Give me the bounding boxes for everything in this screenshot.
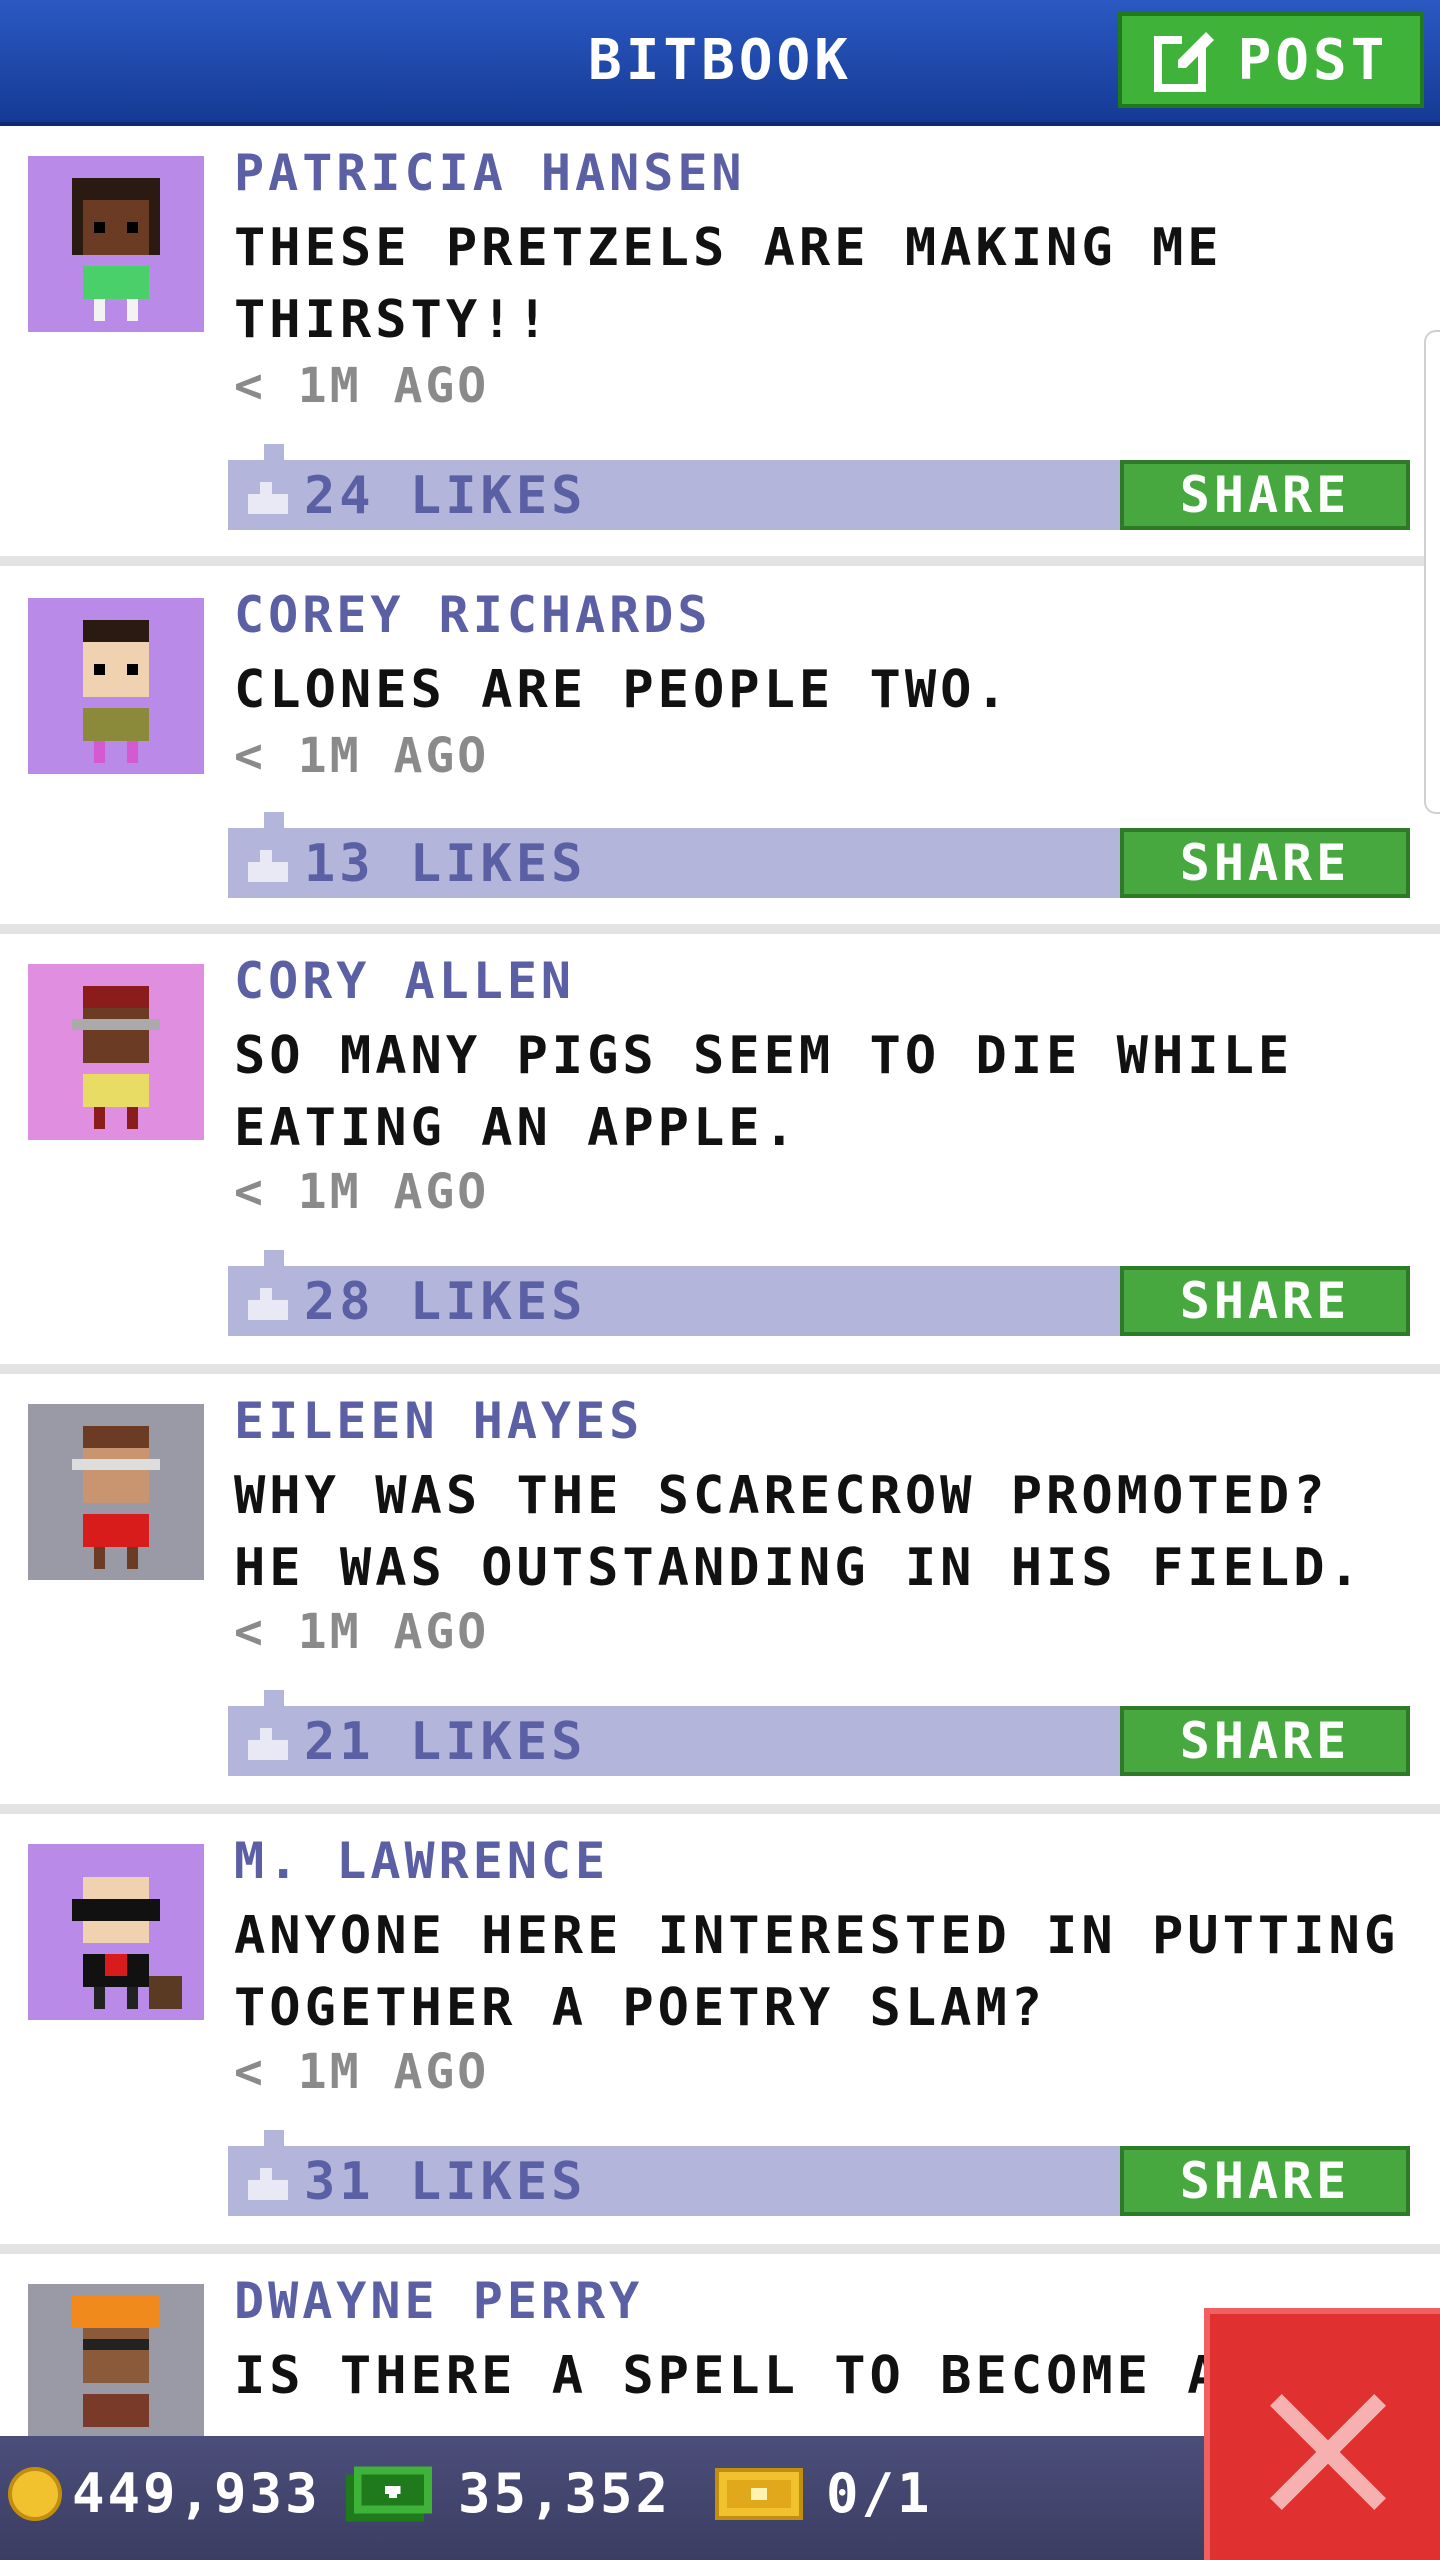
edit-icon bbox=[1153, 32, 1214, 92]
likes-tab bbox=[264, 812, 284, 828]
post-author[interactable]: M. LAWRENCE bbox=[234, 1832, 609, 1890]
likes-bar: 31 LIKES SHARE bbox=[228, 2130, 1410, 2216]
share-button[interactable]: SHARE bbox=[1120, 1706, 1410, 1776]
post-text: CLONES ARE PEOPLE TWO. bbox=[234, 660, 1011, 720]
avatar bbox=[28, 2284, 204, 2460]
bux-icon bbox=[346, 2466, 432, 2521]
thumb-icon bbox=[248, 2168, 288, 2200]
feed[interactable]: PATRICIA HANSEN THESE PRETZELS ARE MAKIN… bbox=[0, 126, 1440, 2554]
feed-post: EILEEN HAYES WHY WAS THE SCARECROW PROMO… bbox=[0, 1374, 1440, 1814]
bux-counter: 35,352 bbox=[346, 2462, 671, 2525]
share-button[interactable]: SHARE bbox=[1120, 828, 1410, 898]
avatar bbox=[28, 598, 204, 774]
likes-count: 31 LIKES bbox=[304, 2152, 587, 2212]
post-time: < 1M AGO bbox=[234, 1604, 490, 1660]
coin-count: 449,933 bbox=[72, 2462, 321, 2525]
likes-bar: 24 LIKES SHARE bbox=[228, 444, 1410, 530]
feed-post: COREY RICHARDS CLONES ARE PEOPLE TWO. < … bbox=[0, 566, 1440, 934]
likes-bar: 28 LIKES SHARE bbox=[228, 1250, 1410, 1336]
post-text: WHY WAS THE SCARECROW PROMOTED? HE WAS O… bbox=[234, 1466, 1364, 1598]
likes-bar: 13 LIKES SHARE bbox=[228, 812, 1410, 898]
post-text: SO MANY PIGS SEEM TO DIE WHILE EATING AN… bbox=[234, 1026, 1294, 1158]
post-author[interactable]: PATRICIA HANSEN bbox=[234, 144, 746, 202]
post-time: < 1M AGO bbox=[234, 358, 490, 414]
post-author[interactable]: DWAYNE PERRY bbox=[234, 2272, 643, 2330]
likes-count: 13 LIKES bbox=[304, 834, 587, 894]
likes-count: 24 LIKES bbox=[304, 466, 587, 526]
thumb-icon bbox=[248, 850, 288, 882]
bux-count: 35,352 bbox=[458, 2462, 672, 2525]
thumb-icon bbox=[248, 1288, 288, 1320]
post-text: ANYONE HERE INTERESTED IN PUTTING TOGETH… bbox=[234, 1906, 1400, 2038]
avatar bbox=[28, 1404, 204, 1580]
coin-counter: 449,933 bbox=[8, 2462, 321, 2525]
avatar bbox=[28, 964, 204, 1140]
post-button[interactable]: POST bbox=[1118, 12, 1424, 108]
close-button[interactable] bbox=[1204, 2308, 1440, 2560]
share-button[interactable]: SHARE bbox=[1120, 460, 1410, 530]
app-header: BITBOOK POST bbox=[0, 0, 1440, 126]
ticket-count: 0/1 bbox=[826, 2462, 933, 2525]
post-button-label: POST bbox=[1237, 27, 1389, 93]
likes-tab bbox=[264, 1250, 284, 1266]
feed-post: CORY ALLEN SO MANY PIGS SEEM TO DIE WHIL… bbox=[0, 934, 1440, 1374]
feed-post: M. LAWRENCE ANYONE HERE INTERESTED IN PU… bbox=[0, 1814, 1440, 2254]
likes-tab bbox=[264, 1690, 284, 1706]
post-text: THESE PRETZELS ARE MAKING ME THIRSTY!! bbox=[234, 218, 1223, 350]
post-time: < 1M AGO bbox=[234, 1164, 490, 1220]
likes-count: 28 LIKES bbox=[304, 1272, 587, 1332]
likes-tab bbox=[264, 444, 284, 460]
post-author[interactable]: EILEEN HAYES bbox=[234, 1392, 643, 1450]
likes-tab bbox=[264, 2130, 284, 2146]
feed-post: PATRICIA HANSEN THESE PRETZELS ARE MAKIN… bbox=[0, 126, 1440, 566]
thumb-icon bbox=[248, 482, 288, 514]
ticket-icon bbox=[715, 2467, 803, 2520]
post-time: < 1M AGO bbox=[234, 728, 490, 784]
likes-bar: 21 LIKES SHARE bbox=[228, 1690, 1410, 1776]
post-author[interactable]: CORY ALLEN bbox=[234, 952, 575, 1010]
post-time: < 1M AGO bbox=[234, 2044, 490, 2100]
coin-icon bbox=[8, 2466, 62, 2521]
avatar bbox=[28, 156, 204, 332]
close-icon bbox=[1270, 2394, 1386, 2510]
share-button[interactable]: SHARE bbox=[1120, 2146, 1410, 2216]
ticket-counter: 0/1 bbox=[714, 2462, 933, 2525]
post-author[interactable]: COREY RICHARDS bbox=[234, 586, 711, 644]
likes-count: 21 LIKES bbox=[304, 1712, 587, 1772]
thumb-icon bbox=[248, 1728, 288, 1760]
scrollbar[interactable] bbox=[1424, 330, 1440, 814]
avatar bbox=[28, 1844, 204, 2020]
share-button[interactable]: SHARE bbox=[1120, 1266, 1410, 1336]
